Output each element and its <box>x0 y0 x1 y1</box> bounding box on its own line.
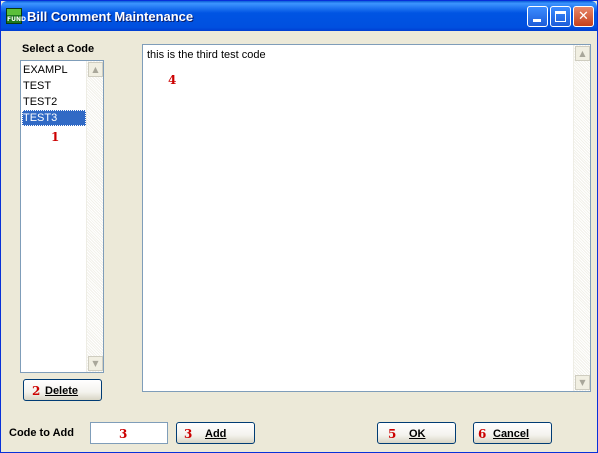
code-list-scrollbar[interactable]: ▲ ▼ <box>86 61 103 372</box>
maximize-icon <box>555 11 566 22</box>
cancel-button-label: Cancel <box>493 428 530 440</box>
list-item-test3[interactable]: TEST3 <box>22 110 86 126</box>
bill-comment-maintenance-window: FUND Bill Comment Maintenance ✕ Select a… <box>0 0 598 453</box>
maximize-button[interactable] <box>550 6 571 27</box>
fund-app-icon: FUND <box>6 8 26 24</box>
window-title: Bill Comment Maintenance <box>27 9 194 24</box>
comment-text: this is the third test code <box>147 49 266 61</box>
add-callout-number: 3 <box>184 427 193 441</box>
scroll-down-button[interactable]: ▼ <box>88 356 103 371</box>
add-button[interactable]: 3 Add <box>176 422 255 444</box>
codes-callout-number: 1 <box>51 130 60 144</box>
list-item-test2[interactable]: TEST2 <box>22 94 86 110</box>
close-button[interactable]: ✕ <box>573 6 594 27</box>
ok-button[interactable]: 5 OK <box>377 422 456 444</box>
delete-callout-number: 2 <box>32 384 41 398</box>
cancel-callout-number: 6 <box>478 427 487 441</box>
comment-text-area[interactable]: this is the third test code 4 ▲ ▼ <box>142 44 591 392</box>
delete-button-label: Delete <box>45 385 79 397</box>
comment-scrollbar[interactable]: ▲ ▼ <box>573 45 590 391</box>
ok-button-label: OK <box>409 428 426 440</box>
comment-scroll-down-button[interactable]: ▼ <box>575 375 590 390</box>
scroll-up-icon: ▲ <box>92 65 99 74</box>
close-icon: ✕ <box>578 9 589 24</box>
scroll-up-icon: ▲ <box>579 49 586 58</box>
code-to-add-callout-number: 3 <box>119 427 128 441</box>
title-bar[interactable]: FUND Bill Comment Maintenance ✕ <box>1 1 597 31</box>
ok-callout-number: 5 <box>388 427 397 441</box>
code-to-add-input[interactable]: 3 <box>90 422 168 444</box>
code-listbox[interactable]: EXAMPL TEST TEST2 TEST3 1 ▲ ▼ <box>20 60 104 373</box>
scroll-up-button[interactable]: ▲ <box>88 62 103 77</box>
minimize-icon <box>533 19 541 22</box>
delete-button[interactable]: 2 Delete <box>23 379 102 401</box>
add-button-label: Add <box>205 428 227 440</box>
list-item-test[interactable]: TEST <box>22 78 86 94</box>
app-icon-label: FUND <box>7 16 26 23</box>
code-to-add-label: Code to Add <box>9 427 74 439</box>
select-code-label: Select a Code <box>22 43 95 55</box>
list-item-exampl[interactable]: EXAMPL <box>22 62 86 78</box>
comment-callout-number: 4 <box>168 73 177 87</box>
scroll-down-icon: ▼ <box>92 359 99 368</box>
scroll-down-icon: ▼ <box>579 378 586 387</box>
comment-scroll-up-button[interactable]: ▲ <box>575 46 590 61</box>
minimize-button[interactable] <box>527 6 548 27</box>
cancel-button[interactable]: 6 Cancel <box>473 422 552 444</box>
